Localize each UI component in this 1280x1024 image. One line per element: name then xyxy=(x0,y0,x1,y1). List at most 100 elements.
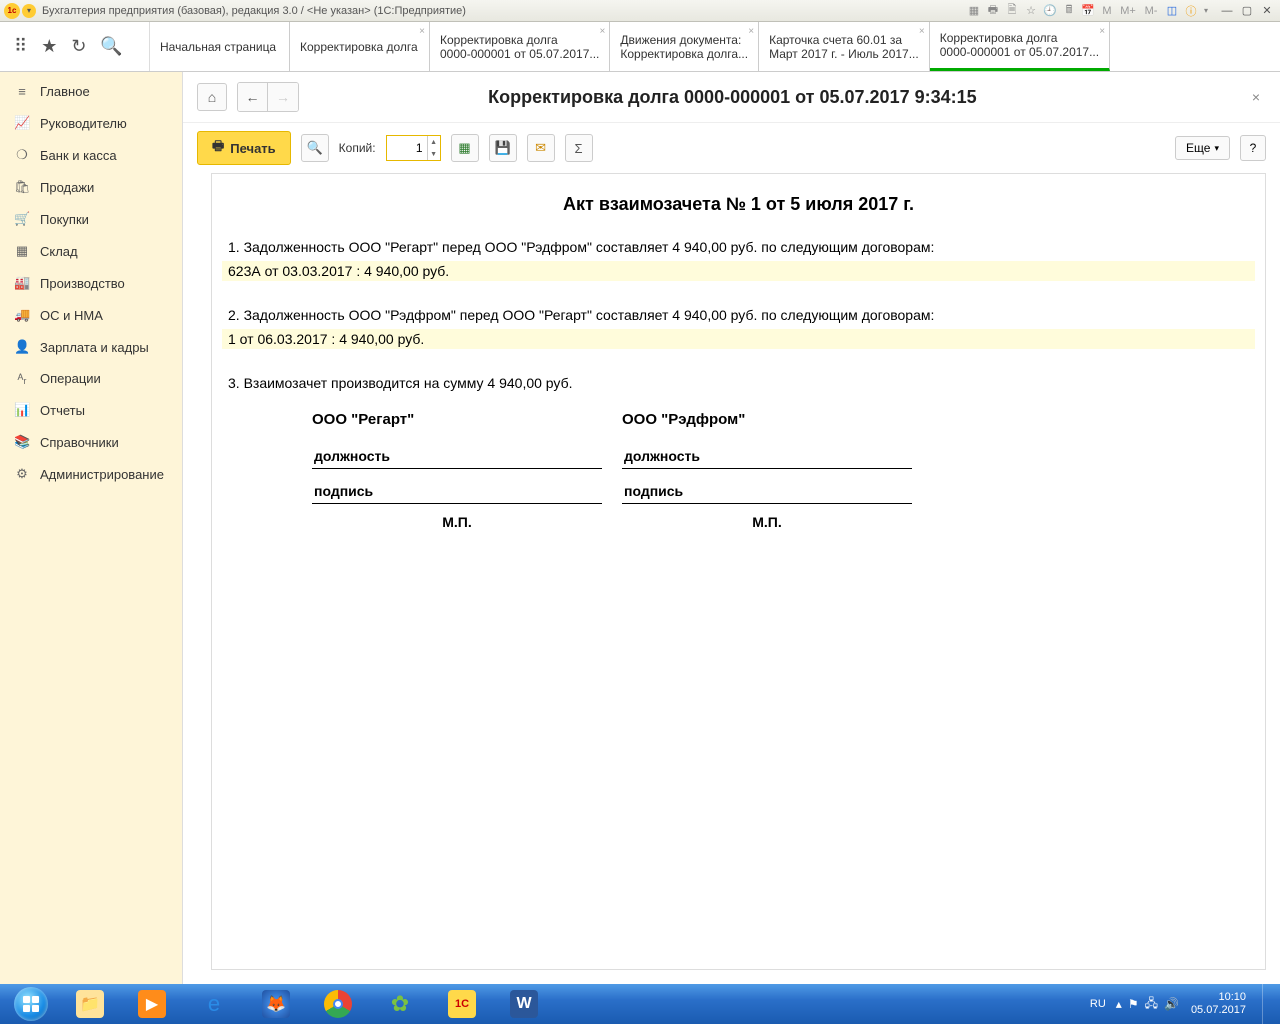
document-tab[interactable]: Карточка счета 60.01 заМарт 2017 г. - Ию… xyxy=(759,22,930,71)
tb-icon-cal[interactable]: 📅 xyxy=(1080,3,1096,19)
act-detail-2: 1 от 06.03.2017 : 4 940,00 руб. xyxy=(222,329,1255,349)
task-chrome[interactable] xyxy=(308,986,368,1022)
app-menu-dropdown[interactable]: ▾ xyxy=(22,4,36,18)
org1-name: ООО "Регарт" xyxy=(312,411,612,428)
act-paragraph-2: 2. Задолженность ООО "Рэдфром" перед ООО… xyxy=(222,307,1255,323)
copies-spinner[interactable]: ▲ ▼ xyxy=(386,135,441,161)
excel-button[interactable]: ▦ xyxy=(451,134,479,162)
act-detail-1: 623А от 03.03.2017 : 4 940,00 руб. xyxy=(222,261,1255,281)
tray-show-hidden[interactable]: ▴ xyxy=(1116,997,1122,1011)
document-tab[interactable]: Корректировка долга0000-000001 от 05.07.… xyxy=(430,22,610,71)
history-icon[interactable]: ↻ xyxy=(71,36,86,57)
task-icq[interactable]: ✿ xyxy=(370,986,430,1022)
sidebar-item[interactable]: ᴬᵣОперации xyxy=(0,363,182,394)
task-word[interactable]: W xyxy=(494,986,554,1022)
preview-button[interactable]: 🔍 xyxy=(301,134,329,162)
sidebar-item[interactable]: ▦Склад xyxy=(0,235,182,267)
document-tab[interactable]: Корректировка долга0000-000001 от 05.07.… xyxy=(930,22,1110,71)
tb-m-minus[interactable]: M- xyxy=(1141,3,1161,19)
sidebar-item-icon: 🏭 xyxy=(14,275,30,291)
help-button[interactable]: ? xyxy=(1240,135,1266,161)
tb-icon-info-dd[interactable]: ▾ xyxy=(1202,3,1210,19)
copies-input[interactable] xyxy=(387,136,427,160)
tb-m[interactable]: M xyxy=(1099,3,1115,19)
sidebar-item-label: Главное xyxy=(40,84,90,99)
sidebar-item[interactable]: 🛍 Продажи xyxy=(0,171,182,203)
tb-icon-print[interactable]: 🖶 xyxy=(985,3,1001,19)
sidebar-item[interactable]: ⚙Администрирование xyxy=(0,458,182,490)
window-minimize[interactable]: — xyxy=(1218,4,1236,18)
copies-label: Копий: xyxy=(339,141,376,155)
print-button[interactable]: 🖶 Печать xyxy=(197,131,291,165)
sidebar-item[interactable]: 🛒Покупки xyxy=(0,203,182,235)
show-desktop-button[interactable] xyxy=(1262,984,1274,1024)
document-close[interactable]: × xyxy=(1246,89,1266,105)
sidebar-item[interactable]: 📊Отчеты xyxy=(0,394,182,426)
tab-close[interactable]: × xyxy=(748,26,754,37)
top-row: ⠿ ★ ↻ 🔍 Начальная страницаКорректировка … xyxy=(0,22,1280,72)
favorites-icon[interactable]: ★ xyxy=(41,36,57,57)
task-1c[interactable]: 1C xyxy=(432,986,492,1022)
start-button[interactable] xyxy=(4,985,58,1023)
sidebar-item-icon: 👤 xyxy=(14,339,30,355)
tab-line1: Карточка счета 60.01 за xyxy=(769,33,919,47)
sidebar-item[interactable]: 📈Руководителю xyxy=(0,107,182,139)
taskbar-clock[interactable]: 10:10 05.07.2017 xyxy=(1185,991,1252,1017)
org1-stamp: М.П. xyxy=(312,514,602,530)
sidebar-item[interactable]: ≡ Главное xyxy=(0,76,182,107)
tray-flag-icon[interactable]: ⚑ xyxy=(1128,997,1139,1011)
tb-icon-info[interactable]: ⓘ xyxy=(1183,3,1199,19)
language-indicator[interactable]: RU xyxy=(1086,996,1110,1012)
apps-icon[interactable]: ⠿ xyxy=(14,36,27,57)
sidebar-item[interactable]: 🏭Производство xyxy=(0,267,182,299)
sidebar-item[interactable]: 📚Справочники xyxy=(0,426,182,458)
tab-close[interactable]: × xyxy=(419,26,425,37)
tb-icon-link[interactable]: 🕘 xyxy=(1042,3,1058,19)
windows-taskbar: 📁 ▶ e 🦊 ✿ 1C W RU ▴ ⚑ 🖧 🔊 10:10 05.07.20… xyxy=(0,984,1280,1024)
sidebar-item-label: Продажи xyxy=(40,180,94,195)
search-icon[interactable]: 🔍 xyxy=(100,36,122,57)
document-tab[interactable]: Начальная страница xyxy=(150,22,290,71)
tab-close[interactable]: × xyxy=(1099,26,1105,37)
task-wmp[interactable]: ▶ xyxy=(122,986,182,1022)
tray-volume-icon[interactable]: 🔊 xyxy=(1164,997,1179,1011)
tb-m-plus[interactable]: M+ xyxy=(1118,3,1138,19)
tab-close[interactable]: × xyxy=(919,26,925,37)
tb-icon-calc[interactable]: 🖩 xyxy=(1061,3,1077,19)
window-titlebar: 1c ▾ Бухгалтерия предприятия (базовая), … xyxy=(0,0,1280,22)
sidebar-item-icon: ≡ xyxy=(14,84,30,99)
task-firefox[interactable]: 🦊 xyxy=(246,986,306,1022)
sidebar-item-icon: ❍ xyxy=(14,147,30,163)
home-button[interactable]: ⌂ xyxy=(197,83,227,111)
save-button[interactable]: 💾 xyxy=(489,134,517,162)
spin-up[interactable]: ▲ xyxy=(428,136,440,148)
document-tab[interactable]: Движения документа:Корректировка долга..… xyxy=(610,22,759,71)
sum-button[interactable]: Σ xyxy=(565,134,593,162)
email-button[interactable]: ✉ xyxy=(527,134,555,162)
more-button[interactable]: Еще ▾ xyxy=(1175,136,1230,160)
tab-close[interactable]: × xyxy=(600,26,606,37)
tab-line1: Корректировка долга xyxy=(300,40,419,54)
sidebar-item[interactable]: 🚚ОС и НМА xyxy=(0,299,182,331)
sidebar-item-icon: 📊 xyxy=(14,402,30,418)
tb-icon-grid[interactable]: ▦ xyxy=(966,3,982,19)
tray-network-icon[interactable]: 🖧 xyxy=(1145,994,1158,1015)
task-ie[interactable]: e xyxy=(184,986,244,1022)
sidebar-item-icon: ⚙ xyxy=(14,466,30,482)
sidebar-item-label: Склад xyxy=(40,244,78,259)
sidebar-item[interactable]: ❍Банк и касса xyxy=(0,139,182,171)
tb-icon-panels[interactable]: ◫ xyxy=(1164,3,1180,19)
tb-icon-star[interactable]: ☆ xyxy=(1023,3,1039,19)
sidebar-item[interactable]: 👤Зарплата и кадры xyxy=(0,331,182,363)
task-explorer[interactable]: 📁 xyxy=(60,986,120,1022)
tb-icon-doc[interactable]: 🗎 xyxy=(1004,3,1020,19)
window-close[interactable]: ✕ xyxy=(1258,4,1276,18)
spin-down[interactable]: ▼ xyxy=(428,148,440,160)
document-tab[interactable]: Корректировка долга× xyxy=(290,22,430,71)
act-paragraph-1: 1. Задолженность ООО "Регарт" перед ООО … xyxy=(222,239,1255,255)
document-body: Акт взаимозачета № 1 от 5 июля 2017 г. 1… xyxy=(211,173,1266,970)
window-maximize[interactable]: ▢ xyxy=(1238,4,1256,18)
sidebar-item-icon: 🛍 xyxy=(14,179,30,195)
chevron-down-icon: ▾ xyxy=(1214,143,1219,154)
tab-line1: Корректировка долга xyxy=(940,31,1099,45)
